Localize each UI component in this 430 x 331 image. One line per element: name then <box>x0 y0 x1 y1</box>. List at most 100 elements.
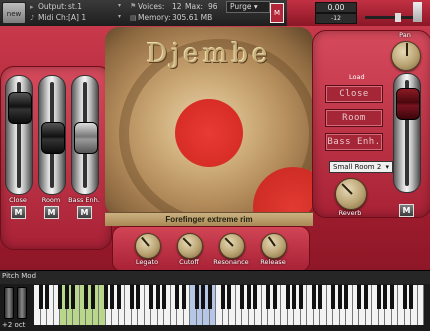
black-key[interactable] <box>181 285 186 309</box>
output-value[interactable]: st.1 <box>68 2 82 11</box>
black-key[interactable] <box>409 285 413 309</box>
black-key[interactable] <box>103 285 108 309</box>
octave-label[interactable]: +2 oct <box>2 321 25 329</box>
volume-slider-handle[interactable] <box>395 13 401 22</box>
black-key[interactable] <box>331 285 335 309</box>
black-key[interactable] <box>383 285 387 309</box>
resonance-knob[interactable] <box>219 233 245 259</box>
bass-enh-fader[interactable] <box>71 75 99 195</box>
black-key[interactable] <box>363 285 368 309</box>
black-key[interactable] <box>110 285 114 309</box>
black-key[interactable] <box>285 285 290 309</box>
black-key[interactable] <box>227 285 231 309</box>
black-key[interactable] <box>58 285 62 309</box>
memory-icon: ▤ <box>130 14 137 22</box>
black-key[interactable] <box>253 285 257 309</box>
black-key[interactable] <box>45 285 49 309</box>
room-preset-dropdown[interactable]: Small Room 2 ▾ <box>329 161 393 173</box>
knob-indicator <box>341 183 353 195</box>
black-key[interactable] <box>162 285 166 309</box>
wheels-area <box>0 284 32 322</box>
black-key[interactable] <box>175 285 179 309</box>
close-mic-fader[interactable] <box>5 75 33 195</box>
black-key[interactable] <box>240 285 244 309</box>
legato-knob[interactable] <box>135 233 161 259</box>
black-key[interactable] <box>38 285 43 309</box>
instrument-header: new ▸ Output: st.1 ▾ ♪ Midi Ch: [A] 1 ▾ … <box>0 0 430 27</box>
black-key[interactable] <box>116 285 121 309</box>
black-key[interactable] <box>298 285 303 309</box>
mod-wheel[interactable] <box>17 287 27 319</box>
knob-indicator <box>224 237 234 247</box>
room-preset-value: Small Room 2 <box>333 163 382 171</box>
knob-indicator <box>267 236 276 247</box>
volume-display[interactable]: -12 <box>315 13 357 24</box>
cutoff-knob[interactable] <box>177 233 203 259</box>
black-key[interactable] <box>155 285 160 309</box>
black-key[interactable] <box>344 285 348 309</box>
black-key[interactable] <box>266 285 270 309</box>
black-key[interactable] <box>71 285 75 309</box>
black-key[interactable] <box>84 285 88 309</box>
pan-label: Pan <box>399 31 411 39</box>
reverb-label: Reverb <box>338 209 362 217</box>
black-key[interactable] <box>402 285 407 309</box>
cutoff-label: Cutoff <box>179 258 199 266</box>
black-key[interactable] <box>136 285 140 309</box>
black-key[interactable] <box>149 285 153 309</box>
mixer-panel: Pan Load Close Room Bass Enh. Small Room… <box>312 30 430 218</box>
reverb-level-fader[interactable] <box>393 73 421 193</box>
bass-enh-fader-handle[interactable] <box>74 122 98 154</box>
reverb-knob[interactable] <box>335 178 367 210</box>
load-room-button[interactable]: Room <box>325 109 383 127</box>
white-key[interactable] <box>417 285 424 325</box>
black-key[interactable] <box>129 285 134 309</box>
black-key[interactable] <box>207 285 212 309</box>
load-close-button[interactable]: Close <box>325 85 383 103</box>
voices-icon: ⚑ <box>130 2 137 10</box>
purge-dropdown[interactable]: Purge ▾ <box>226 1 270 13</box>
black-key[interactable] <box>64 285 69 309</box>
pan-knob[interactable] <box>391 41 421 71</box>
black-key[interactable] <box>220 285 225 309</box>
close-mute-button[interactable]: M <box>11 206 26 219</box>
black-key[interactable] <box>311 285 316 309</box>
level-meter <box>413 2 422 22</box>
reverb-fader-handle[interactable] <box>396 88 420 120</box>
mic-faders-panel: Close M Room M Bass Enh. M <box>0 66 112 250</box>
output-dropdown-icon[interactable]: ▾ <box>118 2 121 9</box>
black-key[interactable] <box>292 285 296 309</box>
chevron-down-icon: ▾ <box>385 163 389 171</box>
close-fader-handle[interactable] <box>8 92 32 124</box>
black-key[interactable] <box>272 285 277 309</box>
volume-slider[interactable] <box>365 16 413 19</box>
black-key[interactable] <box>376 285 381 309</box>
black-key[interactable] <box>357 285 361 309</box>
black-key[interactable] <box>90 285 95 309</box>
black-key[interactable] <box>337 285 342 309</box>
midi-value[interactable]: [A] 1 <box>68 13 86 22</box>
pitch-wheel[interactable] <box>4 287 14 319</box>
release-knob[interactable] <box>261 233 287 259</box>
instrument-logo[interactable]: new <box>2 2 26 24</box>
load-bass-enh-button[interactable]: Bass Enh. <box>325 133 383 151</box>
black-key[interactable] <box>318 285 322 309</box>
tune-display[interactable]: 0.00 <box>315 2 357 13</box>
black-key[interactable] <box>194 285 199 309</box>
piano-keyboard[interactable] <box>34 285 426 325</box>
reverb-mute-button[interactable]: M <box>399 204 414 217</box>
black-key[interactable] <box>246 285 251 309</box>
room-mic-fader[interactable] <box>38 75 66 195</box>
room-fader-handle[interactable] <box>41 122 65 154</box>
max-label: Max: <box>185 2 204 11</box>
midi-dropdown-icon[interactable]: ▾ <box>118 13 121 20</box>
bass-enh-mute-button[interactable]: M <box>77 206 92 219</box>
room-mute-button[interactable]: M <box>44 206 59 219</box>
mute-button-header[interactable]: M <box>270 3 284 23</box>
black-key[interactable] <box>201 285 205 309</box>
max-voices-value[interactable]: 96 <box>208 2 218 11</box>
drum-head-display[interactable]: Djembe <box>105 27 313 216</box>
hit-zone-indicator[interactable] <box>175 99 243 167</box>
voices-label: Voices: <box>138 2 165 11</box>
black-key[interactable] <box>389 285 394 309</box>
